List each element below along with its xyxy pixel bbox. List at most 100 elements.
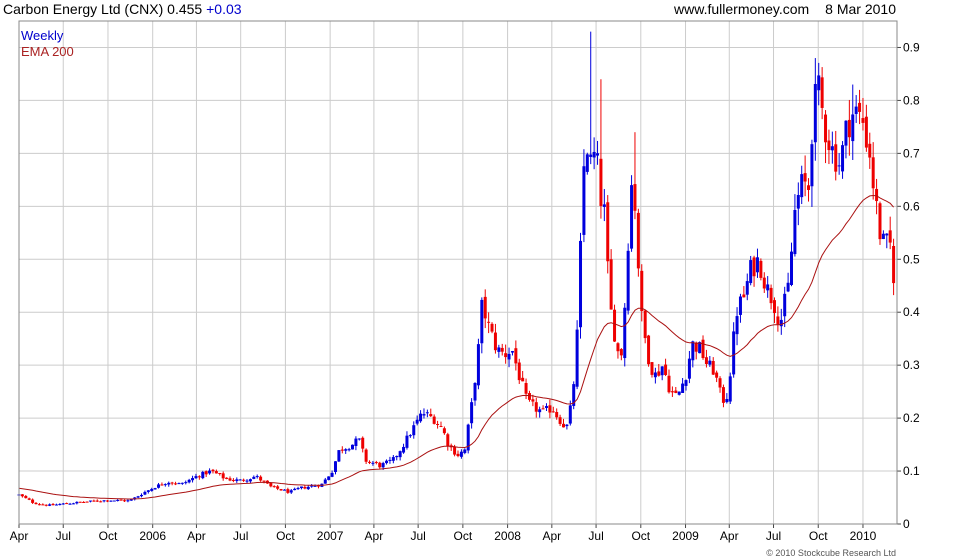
candle-down [41, 504, 45, 506]
candle-up [735, 316, 739, 335]
candle-up [112, 500, 116, 502]
x-tick-label: Oct [454, 529, 473, 543]
candle-up [687, 358, 691, 379]
candle-up [623, 307, 627, 359]
candle-down [493, 332, 497, 351]
candle-down [762, 277, 766, 289]
candle-up [289, 490, 293, 493]
candle-down [78, 501, 82, 503]
candle-up [88, 500, 92, 502]
x-tick-label: Jul [233, 529, 248, 543]
candle-down [527, 393, 531, 400]
candle-down [221, 473, 225, 479]
candle-up [745, 281, 749, 295]
candle-down [657, 371, 661, 376]
candle-down [483, 296, 487, 319]
candle-up [388, 459, 392, 461]
candle-up [75, 501, 79, 504]
candle-down [524, 383, 528, 394]
candle-down [92, 500, 96, 502]
candle-up [310, 485, 314, 487]
candle-down [807, 185, 811, 190]
candle-down [231, 479, 235, 481]
candle-up [854, 106, 858, 114]
candle-up [881, 233, 885, 240]
candle-down [269, 482, 273, 487]
candle-down [340, 449, 344, 451]
candle-down [453, 446, 457, 455]
candle-down [378, 462, 382, 468]
chart-window: Carbon Energy Ltd (CNX) 0.455 +0.03 www.… [0, 0, 980, 560]
candle-up [395, 455, 399, 458]
candle-down [122, 500, 126, 502]
candle-up [235, 479, 239, 481]
candle-up [790, 251, 794, 285]
candle-up [252, 476, 256, 479]
x-tick-label: Apr [187, 529, 206, 543]
candle-up [660, 366, 664, 376]
candle-up [330, 472, 334, 477]
candle-down [272, 486, 276, 488]
candle-down [279, 489, 283, 491]
candle-down [197, 476, 201, 478]
candle-up [333, 461, 337, 472]
candle-down [711, 361, 715, 375]
candle-up [497, 347, 501, 352]
candle-down [609, 259, 613, 310]
candle-down [534, 402, 538, 412]
candle-up [589, 154, 593, 157]
candle-up [71, 503, 75, 505]
candle-up [510, 351, 514, 353]
candle-up [191, 478, 195, 481]
candle-down [500, 347, 504, 352]
candle-up [299, 486, 303, 489]
x-tick-label: Oct [809, 529, 828, 543]
candle-up [153, 488, 157, 490]
candle-up [766, 284, 770, 291]
candle-up [143, 491, 147, 495]
y-tick-label: 0.4 [903, 305, 920, 319]
candle-down [742, 294, 746, 298]
y-tick-label: 0.5 [903, 252, 920, 266]
candle-down [820, 77, 824, 108]
candle-down [871, 157, 875, 189]
candle-down [31, 499, 35, 503]
candle-down [701, 339, 705, 359]
candle-up [102, 500, 106, 502]
candle-up [684, 380, 688, 386]
candle-down [446, 434, 450, 447]
candle-down [442, 428, 446, 434]
candle-up [109, 500, 113, 502]
candle-down [715, 372, 719, 378]
candle-down [861, 118, 865, 123]
ema-200-line [18, 194, 894, 500]
candle-down [429, 414, 433, 417]
candle-up [728, 376, 732, 402]
candle-down [432, 416, 436, 424]
candle-up [381, 463, 385, 468]
candle-up [830, 146, 834, 151]
candle-down [888, 230, 892, 243]
candle-up [626, 250, 630, 311]
candle-up [575, 329, 579, 387]
candle-down [37, 504, 41, 506]
candle-down [633, 184, 637, 211]
candle-down [34, 502, 38, 505]
candle-up [238, 479, 242, 481]
candle-down [262, 480, 266, 482]
candle-up [255, 476, 259, 478]
candle-down [259, 476, 263, 481]
candle-down [721, 387, 725, 403]
candle-up [201, 471, 205, 479]
candle-up [61, 503, 65, 505]
candle-down [769, 287, 773, 304]
candle-up [385, 460, 389, 464]
candle-up [844, 120, 848, 146]
candle-down [361, 437, 365, 449]
candle-up [463, 449, 467, 453]
candle-up [351, 444, 355, 450]
x-tick-label: Apr [365, 529, 384, 543]
candle-down [803, 173, 807, 182]
candle-down [759, 260, 763, 278]
candle-up [136, 496, 140, 498]
